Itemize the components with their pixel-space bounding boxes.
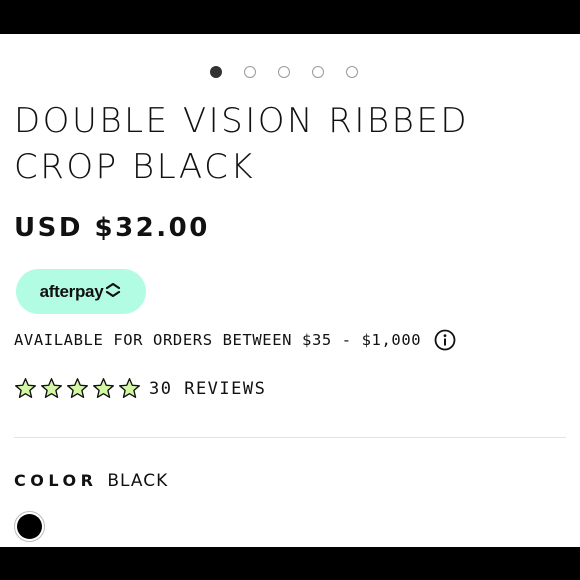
carousel-dot-5[interactable] <box>346 66 358 78</box>
product-price: USD $32.00 <box>14 213 210 243</box>
star-icon <box>66 377 89 400</box>
afterpay-availability: AVAILABLE FOR ORDERS BETWEEN $35 - $1,00… <box>14 329 456 351</box>
section-divider <box>14 437 566 438</box>
star-rating <box>14 377 141 400</box>
color-selector-header: COLOR BLACK <box>14 471 168 491</box>
carousel-dot-3[interactable] <box>278 66 290 78</box>
color-swatch-black[interactable] <box>14 511 45 542</box>
carousel-dot-2[interactable] <box>244 66 256 78</box>
afterpay-badge[interactable]: afterpay <box>16 269 146 314</box>
star-icon <box>40 377 63 400</box>
star-icon <box>92 377 115 400</box>
color-label: COLOR <box>14 471 98 490</box>
product-title: DOUBLE VISION RIBBED CROP BLACK <box>14 101 470 187</box>
star-icon <box>118 377 141 400</box>
selected-color-value: BLACK <box>107 471 169 491</box>
carousel-dot-4[interactable] <box>312 66 324 78</box>
afterpay-arrows-icon <box>103 282 122 301</box>
star-icon <box>14 377 37 400</box>
swatch-fill <box>17 514 42 539</box>
review-rating[interactable]: 30 REVIEWS <box>14 377 266 400</box>
info-icon[interactable] <box>434 329 456 351</box>
reviews-count[interactable]: 30 REVIEWS <box>149 379 266 399</box>
carousel-dot-1[interactable] <box>210 66 222 78</box>
afterpay-logo-text: afterpay <box>39 281 104 301</box>
carousel-pagination <box>210 66 358 78</box>
bottom-black-bar <box>0 547 580 580</box>
top-black-bar <box>0 0 580 34</box>
availability-text: AVAILABLE FOR ORDERS BETWEEN $35 - $1,00… <box>14 331 422 349</box>
